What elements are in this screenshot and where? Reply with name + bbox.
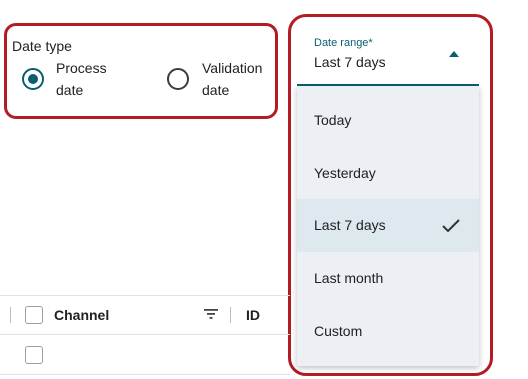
column-divider <box>10 307 11 323</box>
date-range-value: Last 7 days <box>314 54 386 70</box>
row-checkbox[interactable] <box>25 346 43 364</box>
date-range-menu: Today Yesterday Last 7 days Last month C… <box>297 86 479 366</box>
date-range-label: Date range* <box>314 37 373 49</box>
validation-date-radio[interactable] <box>167 68 189 90</box>
caret-up-icon[interactable] <box>449 51 459 57</box>
menu-item-today[interactable]: Today <box>297 94 479 147</box>
date-type-label: Date type <box>12 38 72 54</box>
menu-item-label: Last 7 days <box>314 217 386 233</box>
table-row <box>0 336 290 375</box>
column-header-channel[interactable]: Channel <box>54 307 109 323</box>
menu-item-last-month[interactable]: Last month <box>297 252 479 305</box>
date-range-select[interactable]: Date range* Last 7 days <box>297 32 479 86</box>
select-all-checkbox[interactable] <box>25 306 43 324</box>
process-date-radio[interactable] <box>22 68 44 90</box>
filter-icon[interactable] <box>204 308 218 320</box>
process-date-label[interactable]: Process date <box>56 57 107 101</box>
menu-item-custom[interactable]: Custom <box>297 305 479 358</box>
table-header-row: Channel ID <box>0 295 290 335</box>
check-icon <box>442 219 460 233</box>
validation-date-label[interactable]: Validation date <box>202 57 262 101</box>
column-divider <box>230 307 231 323</box>
column-header-id[interactable]: ID <box>246 307 260 323</box>
menu-item-yesterday[interactable]: Yesterday <box>297 147 479 200</box>
menu-item-last-7-days[interactable]: Last 7 days <box>297 199 479 252</box>
